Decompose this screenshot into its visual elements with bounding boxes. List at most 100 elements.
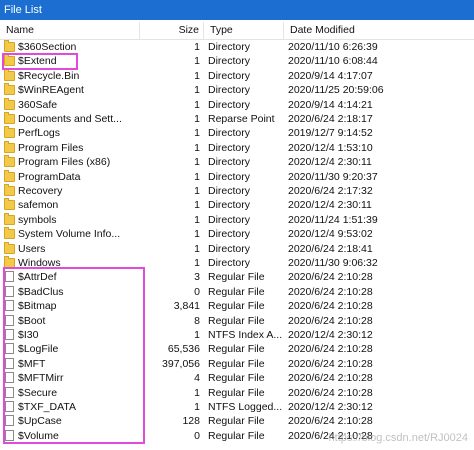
item-size: 1 [194,141,200,154]
file-icon [5,314,14,326]
item-size: 128 [182,415,200,428]
item-type: NTFS Index A... [208,329,283,341]
item-name: $MFTMirr [18,372,64,385]
list-item[interactable]: $LogFile 65,536 Regular File 2020/6/24 2:10… [0,342,474,356]
item-date-modified: 2020/12/4 2:30:11 [288,199,372,212]
list-item[interactable]: $Boot 8 Regular File 2020/6/24 2:10:28 [0,314,474,328]
item-type: Directory [208,69,251,82]
item-date-modified: 2019/12/7 9:14:52 [288,127,373,140]
list-item[interactable]: $Secure 1 Regular File 2020/6/24 2:10:28 [0,386,474,400]
item-size: 0 [194,285,200,298]
list-item[interactable]: $Bitmap 3,841 Regular File 2020/6/24 2:10:2… [0,299,474,313]
item-date-modified: 2020/6/24 2:18:41 [288,242,373,255]
file-icon [5,300,14,312]
list-item[interactable]: Windows 1 Directory 2020/11/30 9:06:32 [0,256,474,270]
list-item[interactable]: $Extend 1 Directory 2020/11/10 6:08:44 [0,54,474,68]
column-header-type[interactable]: Type [204,22,284,39]
list-item[interactable]: Recovery 1 Directory 2020/6/24 2:17:32 [0,184,474,198]
item-name: Documents and Sett... [18,113,122,125]
list-item[interactable]: $MFTMirr 4 Regular File 2020/6/24 2:10:28 [0,371,474,385]
list-item[interactable]: $WinREAgent 1 Directory 2020/11/25 20:59:06 [0,83,474,97]
item-name: $TXF_DATA [18,401,76,413]
item-size: 0 [194,429,200,442]
list-item[interactable]: Documents and Sett... 1 Reparse Point 2020/… [0,112,474,126]
file-icon [5,401,14,412]
item-date-modified: 2020/6/24 2:10:28 [288,386,373,399]
item-size: 1 [194,170,200,183]
item-name: $360Section [18,41,77,53]
item-name: $AttrDef [18,271,57,284]
list-item[interactable]: $TXF_DATA 1 NTFS Logged... 2020/12/4 2:30:1… [0,400,474,414]
list-item[interactable]: $360Section 1 Directory 2020/11/10 6:26:39 [0,40,474,54]
folder-icon [4,198,15,211]
item-type: Regular File [208,386,265,399]
item-date-modified: 2020/12/4 2:30:12 [288,329,373,341]
folder-icon [4,184,15,196]
item-name: $Extend [18,55,57,68]
folder-icon [4,97,15,110]
item-size: 1 [194,98,200,111]
column-header-size[interactable]: Size [140,22,204,39]
list-item[interactable]: Users 1 Directory 2020/6/24 2:18:41 [0,241,474,256]
item-size: 1 [194,127,200,140]
list-item[interactable]: $MFT 397,056 Regular File 2020/6/24 2:10:28 [0,357,474,371]
file-icon [5,271,14,283]
item-type: Directory [208,257,251,269]
item-type: Reparse Point [208,113,275,125]
item-name: $UpCase [18,415,62,428]
folder-icon [4,54,15,67]
list-item[interactable]: PerfLogs 1 Directory 2019/12/7 9:14:52 [0,126,474,140]
item-size: 1 [194,69,200,82]
item-type: Directory [208,141,251,154]
item-date-modified: 2020/6/24 2:17:32 [288,185,373,197]
item-type: Directory [208,98,251,111]
list-item[interactable]: $BadClus 0 Regular File 2020/6/24 2:10:28 [0,285,474,299]
item-date-modified: 2020/12/4 2:30:12 [288,401,373,413]
item-type: Directory [208,199,251,212]
item-size: 1 [194,213,200,226]
item-type: Directory [208,127,251,140]
item-type: Regular File [208,357,265,370]
folder-icon [4,83,15,96]
folder-icon [4,68,15,81]
item-name: $Bitmap [18,300,57,313]
item-size: 1 [194,156,200,169]
item-name: ProgramData [18,170,81,183]
item-name: Program Files [18,141,84,154]
item-type: NTFS Logged... [208,401,283,413]
list-item[interactable]: ProgramData 1 Directory 2020/11/30 9:20:37 [0,169,474,184]
list-item[interactable]: symbols 1 Directory 2020/11/24 1:51:39 [0,212,474,227]
window-title: File List [0,0,474,20]
item-name: symbols [18,213,57,226]
item-type: Regular File [208,285,265,298]
item-date-modified: 2020/11/25 20:59:06 [288,84,384,97]
file-icon [5,343,14,355]
list-item[interactable]: $AttrDef 3 Regular File 2020/6/24 2:10:28 [0,270,474,284]
list-item[interactable]: Program Files 1 Directory 2020/12/4 1:53:10 [0,140,474,155]
item-date-modified: 2020/11/10 6:26:39 [288,41,378,53]
item-name: $Secure [18,386,58,399]
list-item[interactable]: $Recycle.Bin 1 Directory 2020/9/14 4:17:07 [0,68,474,83]
item-size: 1 [194,228,200,241]
column-header-name[interactable]: Name [0,22,140,39]
folder-icon [4,212,15,225]
item-date-modified: 2020/9/14 4:17:07 [288,69,373,82]
list-item[interactable]: $I30 1 NTFS Index A... 2020/12/4 2:30:12 [0,328,474,342]
list-item[interactable]: Program Files (x86) 1 Directory 2020/12/4 2… [0,155,474,169]
watermark: https://blog.csdn.net/RJ0024 [328,432,468,444]
item-type: Regular File [208,300,265,313]
folder-icon [4,169,15,182]
list-item[interactable]: $UpCase 128 Regular File 2020/6/24 2:10:28 [0,414,474,428]
file-icon [5,386,14,398]
column-header-date-modified[interactable]: Date Modified [284,22,474,39]
item-date-modified: 2020/11/10 6:08:44 [288,55,378,68]
list-item[interactable]: safemon 1 Directory 2020/12/4 2:30:11 [0,198,474,212]
list-item[interactable]: System Volume Info... 1 Directory 2020/12/4… [0,227,474,241]
item-date-modified: 2020/6/24 2:10:28 [288,271,373,284]
file-icon [5,285,14,297]
item-name: Recovery [18,185,63,197]
column-header: Name Size Type Date Modified [0,22,474,40]
item-date-modified: 2020/11/30 9:06:32 [288,257,378,269]
item-date-modified: 2020/6/24 2:10:28 [288,357,373,370]
list-item[interactable]: 360Safe 1 Directory 2020/9/14 4:14:21 [0,97,474,112]
